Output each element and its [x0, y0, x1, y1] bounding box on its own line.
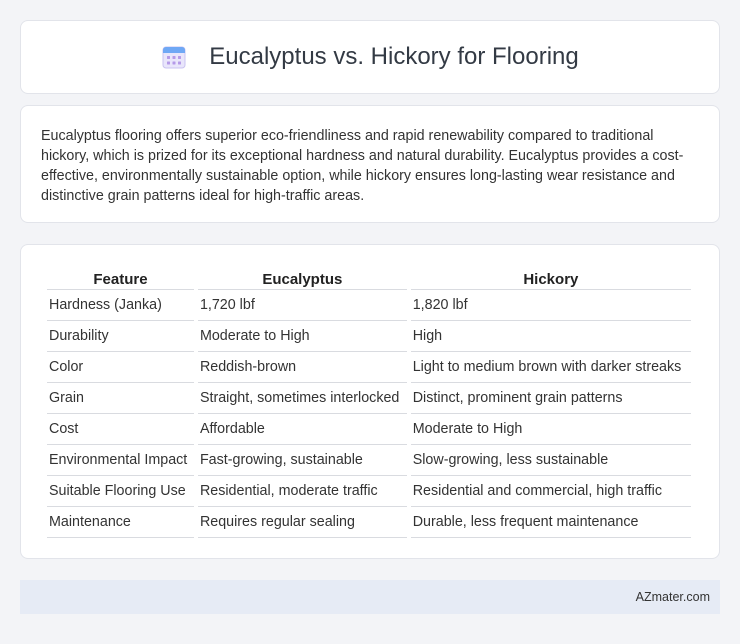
- footer-site-link[interactable]: AZmater.com: [636, 590, 710, 604]
- cell-eucalyptus: 1,720 lbf: [197, 290, 407, 321]
- intro-card: Eucalyptus flooring offers superior eco-…: [20, 105, 720, 223]
- cell-hickory: High: [410, 321, 691, 352]
- table-row: Hardness (Janka) 1,720 lbf 1,820 lbf: [47, 290, 691, 321]
- cell-hickory: Light to medium brown with darker streak…: [410, 352, 691, 383]
- table-row: Cost Affordable Moderate to High: [47, 414, 691, 445]
- cell-hickory: Durable, less frequent maintenance: [410, 507, 691, 538]
- table-row: Suitable Flooring Use Residential, moder…: [47, 476, 691, 507]
- intro-paragraph: Eucalyptus flooring offers superior eco-…: [41, 128, 684, 204]
- header-eucalyptus: Eucalyptus: [197, 267, 407, 290]
- cell-feature: Color: [47, 352, 194, 383]
- calendar-icon: [161, 44, 187, 70]
- cell-feature: Hardness (Janka): [47, 290, 194, 321]
- comparison-table: Feature Eucalyptus Hickory Hardness (Jan…: [43, 267, 695, 538]
- cell-eucalyptus: Straight, sometimes interlocked: [197, 383, 407, 414]
- footer-bar: AZmater.com: [20, 580, 720, 614]
- cell-eucalyptus: Moderate to High: [197, 321, 407, 352]
- cell-hickory: Distinct, prominent grain patterns: [410, 383, 691, 414]
- table-row: Maintenance Requires regular sealing Dur…: [47, 507, 691, 538]
- cell-feature: Durability: [47, 321, 194, 352]
- table-row: Environmental Impact Fast-growing, susta…: [47, 445, 691, 476]
- table-header-row: Feature Eucalyptus Hickory: [47, 267, 691, 290]
- table-row: Color Reddish-brown Light to medium brow…: [47, 352, 691, 383]
- header-hickory: Hickory: [410, 267, 691, 290]
- cell-feature: Grain: [47, 383, 194, 414]
- cell-eucalyptus: Reddish-brown: [197, 352, 407, 383]
- cell-hickory: Slow-growing, less sustainable: [410, 445, 691, 476]
- cell-eucalyptus: Affordable: [197, 414, 407, 445]
- table-row: Grain Straight, sometimes interlocked Di…: [47, 383, 691, 414]
- cell-eucalyptus: Requires regular sealing: [197, 507, 407, 538]
- cell-eucalyptus: Residential, moderate traffic: [197, 476, 407, 507]
- cell-feature: Suitable Flooring Use: [47, 476, 194, 507]
- cell-feature: Maintenance: [47, 507, 194, 538]
- comparison-card: Feature Eucalyptus Hickory Hardness (Jan…: [20, 244, 720, 559]
- cell-eucalyptus: Fast-growing, sustainable: [197, 445, 407, 476]
- cell-hickory: Residential and commercial, high traffic: [410, 476, 691, 507]
- cell-hickory: Moderate to High: [410, 414, 691, 445]
- header-card: Eucalyptus vs. Hickory for Flooring: [20, 20, 720, 94]
- table-row: Durability Moderate to High High: [47, 321, 691, 352]
- header-feature: Feature: [47, 267, 194, 290]
- cell-hickory: 1,820 lbf: [410, 290, 691, 321]
- cell-feature: Cost: [47, 414, 194, 445]
- page-title: Eucalyptus vs. Hickory for Flooring: [209, 43, 579, 70]
- cell-feature: Environmental Impact: [47, 445, 194, 476]
